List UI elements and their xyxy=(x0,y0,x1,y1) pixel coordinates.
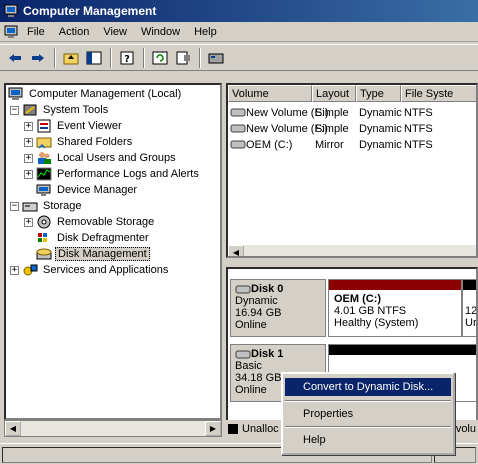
removable-storage-icon xyxy=(37,215,51,229)
table-row[interactable]: New Volume (E:) Simple Dynamic NTFS xyxy=(228,105,476,120)
title-bar: Computer Management xyxy=(0,0,478,22)
menu-separator xyxy=(285,400,451,402)
partition-bar xyxy=(329,345,476,355)
table-row[interactable]: New Volume (F:) Simple Dynamic NTFS xyxy=(228,121,476,136)
tree-item-device-manager[interactable]: Device Manager xyxy=(36,182,139,198)
window-title: Computer Management xyxy=(23,4,157,18)
volume-list-scrollbar[interactable]: ◀ xyxy=(228,245,476,256)
column-file-system[interactable]: File Syste xyxy=(401,85,476,102)
tree-item-disk-management[interactable]: Disk Management xyxy=(36,246,150,262)
volume-icon xyxy=(230,124,246,133)
tree-item-services-applications[interactable]: + Services and Applications xyxy=(10,262,170,278)
tree-item-disk-defragmenter[interactable]: Disk Defragmenter xyxy=(36,230,151,246)
tree-item-event-viewer[interactable]: + Event Viewer xyxy=(24,118,124,134)
system-tools-icon xyxy=(23,104,37,116)
tree-horizontal-scrollbar[interactable]: ◀ ▶ xyxy=(4,420,222,437)
column-type[interactable]: Type xyxy=(356,85,401,102)
menu-separator xyxy=(285,426,451,428)
menu-item-help[interactable]: Help xyxy=(285,431,451,449)
toolbar-divider xyxy=(54,47,56,68)
menu-action[interactable]: Action xyxy=(52,24,97,40)
volume-icon xyxy=(230,108,246,117)
menu-view[interactable]: View xyxy=(96,24,134,40)
tree-item-local-users[interactable]: + Local Users and Groups xyxy=(24,150,178,166)
unallocated-swatch xyxy=(228,423,238,434)
device-manager-icon xyxy=(36,184,51,196)
tree-item-shared-folders[interactable]: + Shared Folders xyxy=(24,134,134,150)
defragmenter-icon xyxy=(38,233,47,242)
menu-bar: File Action View Window Help xyxy=(0,22,478,42)
computer-management-icon xyxy=(4,4,18,17)
toolbar: ? xyxy=(0,44,478,71)
expand-icon[interactable]: + xyxy=(24,121,33,131)
volume-list: Volume Layout Type File Syste New Volume… xyxy=(226,83,478,258)
forward-icon[interactable] xyxy=(27,47,49,69)
menu-window[interactable]: Window xyxy=(134,24,187,40)
disk-icon xyxy=(235,350,251,359)
svg-text:?: ? xyxy=(124,54,130,65)
column-volume[interactable]: Volume xyxy=(228,85,312,102)
properties-icon[interactable] xyxy=(172,47,194,69)
toolbar-divider xyxy=(199,47,201,68)
volume-icon xyxy=(230,140,246,149)
users-icon xyxy=(38,152,51,164)
partition-bar xyxy=(463,280,476,290)
menu-item-properties[interactable]: Properties xyxy=(285,405,451,423)
shared-folder-icon xyxy=(36,137,52,149)
partition-bar xyxy=(329,280,461,290)
disk-management-icon xyxy=(36,248,52,260)
scroll-left-icon[interactable]: ◀ xyxy=(5,421,21,436)
partition-next[interactable]: 12 Ur xyxy=(462,279,476,337)
menu-help[interactable]: Help xyxy=(187,24,224,40)
disk-icon[interactable] xyxy=(205,47,227,69)
menu-file[interactable]: File xyxy=(20,24,52,40)
disk-icon xyxy=(235,285,251,294)
computer-icon xyxy=(8,87,23,100)
tree-item-performance-logs[interactable]: + Performance Logs and Alerts xyxy=(24,166,201,182)
scroll-right-icon[interactable]: ▶ xyxy=(205,421,221,436)
event-viewer-icon xyxy=(37,119,51,133)
tree-item-removable-storage[interactable]: + Removable Storage xyxy=(24,214,156,230)
system-menu-icon[interactable] xyxy=(4,25,18,39)
expand-icon[interactable]: + xyxy=(24,169,33,179)
collapse-icon[interactable]: − xyxy=(10,201,19,211)
scroll-left-icon[interactable]: ◀ xyxy=(228,245,244,256)
help-icon[interactable]: ? xyxy=(116,47,138,69)
refresh-icon[interactable] xyxy=(149,47,171,69)
partition-oem-c[interactable]: OEM (C:) 4.01 GB NTFS Healthy (System) xyxy=(328,279,462,337)
show-hide-tree-icon[interactable] xyxy=(83,47,105,69)
back-icon[interactable] xyxy=(4,47,26,69)
column-layout[interactable]: Layout xyxy=(312,85,356,102)
console-tree: Computer Management (Local) − System Too… xyxy=(4,83,222,420)
toolbar-divider xyxy=(143,47,145,68)
tree-item-storage[interactable]: − Storage xyxy=(10,198,84,214)
toolbar-divider xyxy=(110,47,112,68)
tree-item-root[interactable]: Computer Management (Local) xyxy=(8,86,183,102)
menu-item-convert-dynamic[interactable]: Convert to Dynamic Disk... xyxy=(285,378,451,396)
storage-icon xyxy=(22,202,38,212)
performance-icon xyxy=(36,167,52,181)
expand-icon[interactable]: + xyxy=(24,153,33,163)
expand-icon[interactable]: + xyxy=(24,137,33,147)
expand-icon[interactable]: + xyxy=(10,265,19,275)
collapse-icon[interactable]: − xyxy=(10,105,19,115)
context-menu: Convert to Dynamic Disk... Properties He… xyxy=(281,372,455,455)
services-icon xyxy=(23,264,38,276)
up-icon[interactable] xyxy=(60,47,82,69)
disk-0-info[interactable]: Disk 0 Dynamic 16.94 GB Online xyxy=(230,279,326,337)
table-row[interactable]: OEM (C:) Mirror Dynamic NTFS xyxy=(228,137,476,152)
tree-item-system-tools[interactable]: − System Tools xyxy=(10,102,110,118)
expand-icon[interactable]: + xyxy=(24,217,33,227)
